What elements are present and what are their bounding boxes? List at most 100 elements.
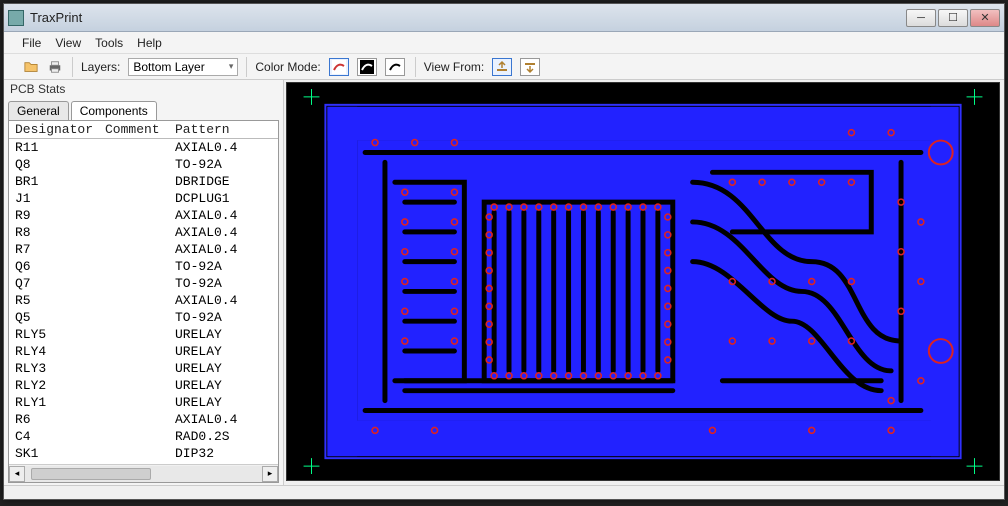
color-mode-invert-button[interactable] bbox=[357, 58, 377, 76]
table-row[interactable]: BR1 DBRIDGE bbox=[9, 173, 278, 190]
pcb-view[interactable] bbox=[286, 82, 1000, 481]
table-row[interactable]: RLY4 URELAY bbox=[9, 343, 278, 360]
cell-pattern: AXIAL0.4 bbox=[175, 140, 278, 155]
table-row[interactable]: Q8 TO-92A bbox=[9, 156, 278, 173]
table-row[interactable]: RLY1 URELAY bbox=[9, 394, 278, 411]
tab-components[interactable]: Components bbox=[71, 101, 157, 120]
cell-pattern: TO-92A bbox=[175, 276, 278, 291]
cell-comment bbox=[105, 344, 175, 359]
scroll-right-icon[interactable]: ▸ bbox=[262, 466, 278, 482]
scroll-left-icon[interactable]: ◂ bbox=[9, 466, 25, 482]
view-from-top-button[interactable] bbox=[492, 58, 512, 76]
table-row[interactable]: SK1DIP32 bbox=[9, 445, 278, 462]
col-pattern[interactable]: Pattern bbox=[175, 122, 278, 137]
cell-pattern: URELAY bbox=[175, 378, 278, 393]
cell-pattern: RAD0.2S bbox=[175, 429, 278, 444]
cell-pattern: URELAY bbox=[175, 361, 278, 376]
menu-help[interactable]: Help bbox=[137, 36, 162, 50]
layers-value: Bottom Layer bbox=[133, 60, 204, 74]
table-row[interactable]: RLY3 URELAY bbox=[9, 360, 278, 377]
cell-pattern: AXIAL0.4 bbox=[175, 293, 278, 308]
cell-designator: RLY3 bbox=[15, 361, 105, 376]
col-comment[interactable]: Comment bbox=[105, 122, 175, 137]
cell-pattern: TO-92A bbox=[175, 157, 278, 172]
cell-designator: R9 bbox=[15, 208, 105, 223]
table-row[interactable]: RLY2URELAY bbox=[9, 377, 278, 394]
cell-comment bbox=[105, 446, 175, 461]
color-mode-mono-button[interactable] bbox=[385, 58, 405, 76]
cell-pattern: AXIAL0.4 bbox=[175, 242, 278, 257]
cell-designator: Q7 bbox=[15, 276, 105, 291]
app-icon bbox=[8, 10, 24, 26]
table-row[interactable]: Q7 TO-92A bbox=[9, 275, 278, 292]
sidebar-tabs: General Components bbox=[4, 98, 283, 120]
grid-header: Designator Comment Pattern bbox=[9, 121, 278, 139]
cell-comment bbox=[105, 395, 175, 410]
scroll-track[interactable] bbox=[25, 466, 262, 482]
cell-comment bbox=[105, 208, 175, 223]
cell-designator: Q6 bbox=[15, 259, 105, 274]
table-row[interactable]: R5AXIAL0.4 bbox=[9, 292, 278, 309]
cell-comment bbox=[105, 327, 175, 342]
table-row[interactable]: R11 AXIAL0.4 bbox=[9, 139, 278, 156]
statusbar bbox=[4, 485, 1004, 499]
table-row[interactable]: J1DCPLUG1 bbox=[9, 190, 278, 207]
separator bbox=[72, 57, 73, 77]
cell-designator: Q8 bbox=[15, 157, 105, 172]
layers-combo[interactable]: Bottom Layer ▾ bbox=[128, 58, 238, 76]
table-row[interactable]: Q5TO-92A bbox=[9, 309, 278, 326]
table-row[interactable]: Q6TO-92A bbox=[9, 258, 278, 275]
table-row[interactable]: RLY5 URELAY bbox=[9, 326, 278, 343]
cell-pattern: URELAY bbox=[175, 327, 278, 342]
cell-comment bbox=[105, 191, 175, 206]
print-icon[interactable] bbox=[46, 58, 64, 76]
grid-body[interactable]: R11 AXIAL0.4 Q8 TO-92A BR1 DBRIDGEJ1DCPLUG1R9… bbox=[9, 139, 278, 464]
toolbar: Layers: Bottom Layer ▾ Color Mode: View … bbox=[4, 54, 1004, 80]
view-from-label: View From: bbox=[424, 60, 484, 74]
close-button[interactable]: ✕ bbox=[970, 9, 1000, 27]
cell-comment bbox=[105, 429, 175, 444]
cell-pattern: AXIAL0.4 bbox=[175, 412, 278, 427]
open-file-icon[interactable] bbox=[22, 58, 40, 76]
cell-designator: SK1 bbox=[15, 446, 105, 461]
cell-comment bbox=[105, 259, 175, 274]
cell-comment bbox=[105, 361, 175, 376]
cell-designator: R11 bbox=[15, 140, 105, 155]
cell-designator: J1 bbox=[15, 191, 105, 206]
cell-comment bbox=[105, 157, 175, 172]
col-designator[interactable]: Designator bbox=[15, 122, 105, 137]
menu-tools[interactable]: Tools bbox=[95, 36, 123, 50]
components-grid: Designator Comment Pattern R11AXIAL0.4Q8… bbox=[8, 120, 279, 483]
minimize-button[interactable]: ─ bbox=[906, 9, 936, 27]
cell-designator: RLY1 bbox=[15, 395, 105, 410]
view-from-bottom-button[interactable] bbox=[520, 58, 540, 76]
cell-designator: BR1 bbox=[15, 174, 105, 189]
table-row[interactable]: R6AXIAL0.4 bbox=[9, 411, 278, 428]
table-row[interactable]: R8AXIAL0.4 bbox=[9, 224, 278, 241]
table-row[interactable]: C4RAD0.2S bbox=[9, 428, 278, 445]
cell-comment bbox=[105, 378, 175, 393]
table-row[interactable]: R7 AXIAL0.4 bbox=[9, 241, 278, 258]
color-mode-color-button[interactable] bbox=[329, 58, 349, 76]
cell-pattern: URELAY bbox=[175, 344, 278, 359]
cell-comment bbox=[105, 242, 175, 257]
chevron-down-icon: ▾ bbox=[229, 61, 234, 72]
cell-designator: R7 bbox=[15, 242, 105, 257]
titlebar: TraxPrint ─ ☐ ✕ bbox=[4, 4, 1004, 32]
table-row[interactable]: R9AXIAL0.4 bbox=[9, 207, 278, 224]
scroll-thumb[interactable] bbox=[31, 468, 151, 480]
pcb-canvas bbox=[287, 83, 999, 480]
app-window: TraxPrint ─ ☐ ✕ File View Tools Help Lay… bbox=[3, 3, 1005, 500]
horizontal-scrollbar[interactable]: ◂ ▸ bbox=[9, 464, 278, 482]
separator bbox=[415, 57, 416, 77]
menu-file[interactable]: File bbox=[22, 36, 41, 50]
cell-pattern: URELAY bbox=[175, 395, 278, 410]
maximize-button[interactable]: ☐ bbox=[938, 9, 968, 27]
tab-general[interactable]: General bbox=[8, 101, 69, 120]
cell-designator: RLY5 bbox=[15, 327, 105, 342]
menu-view[interactable]: View bbox=[55, 36, 81, 50]
cell-pattern: DBRIDGE bbox=[175, 174, 278, 189]
cell-pattern: AXIAL0.4 bbox=[175, 225, 278, 240]
cell-designator: RLY4 bbox=[15, 344, 105, 359]
window-title: TraxPrint bbox=[30, 10, 82, 25]
